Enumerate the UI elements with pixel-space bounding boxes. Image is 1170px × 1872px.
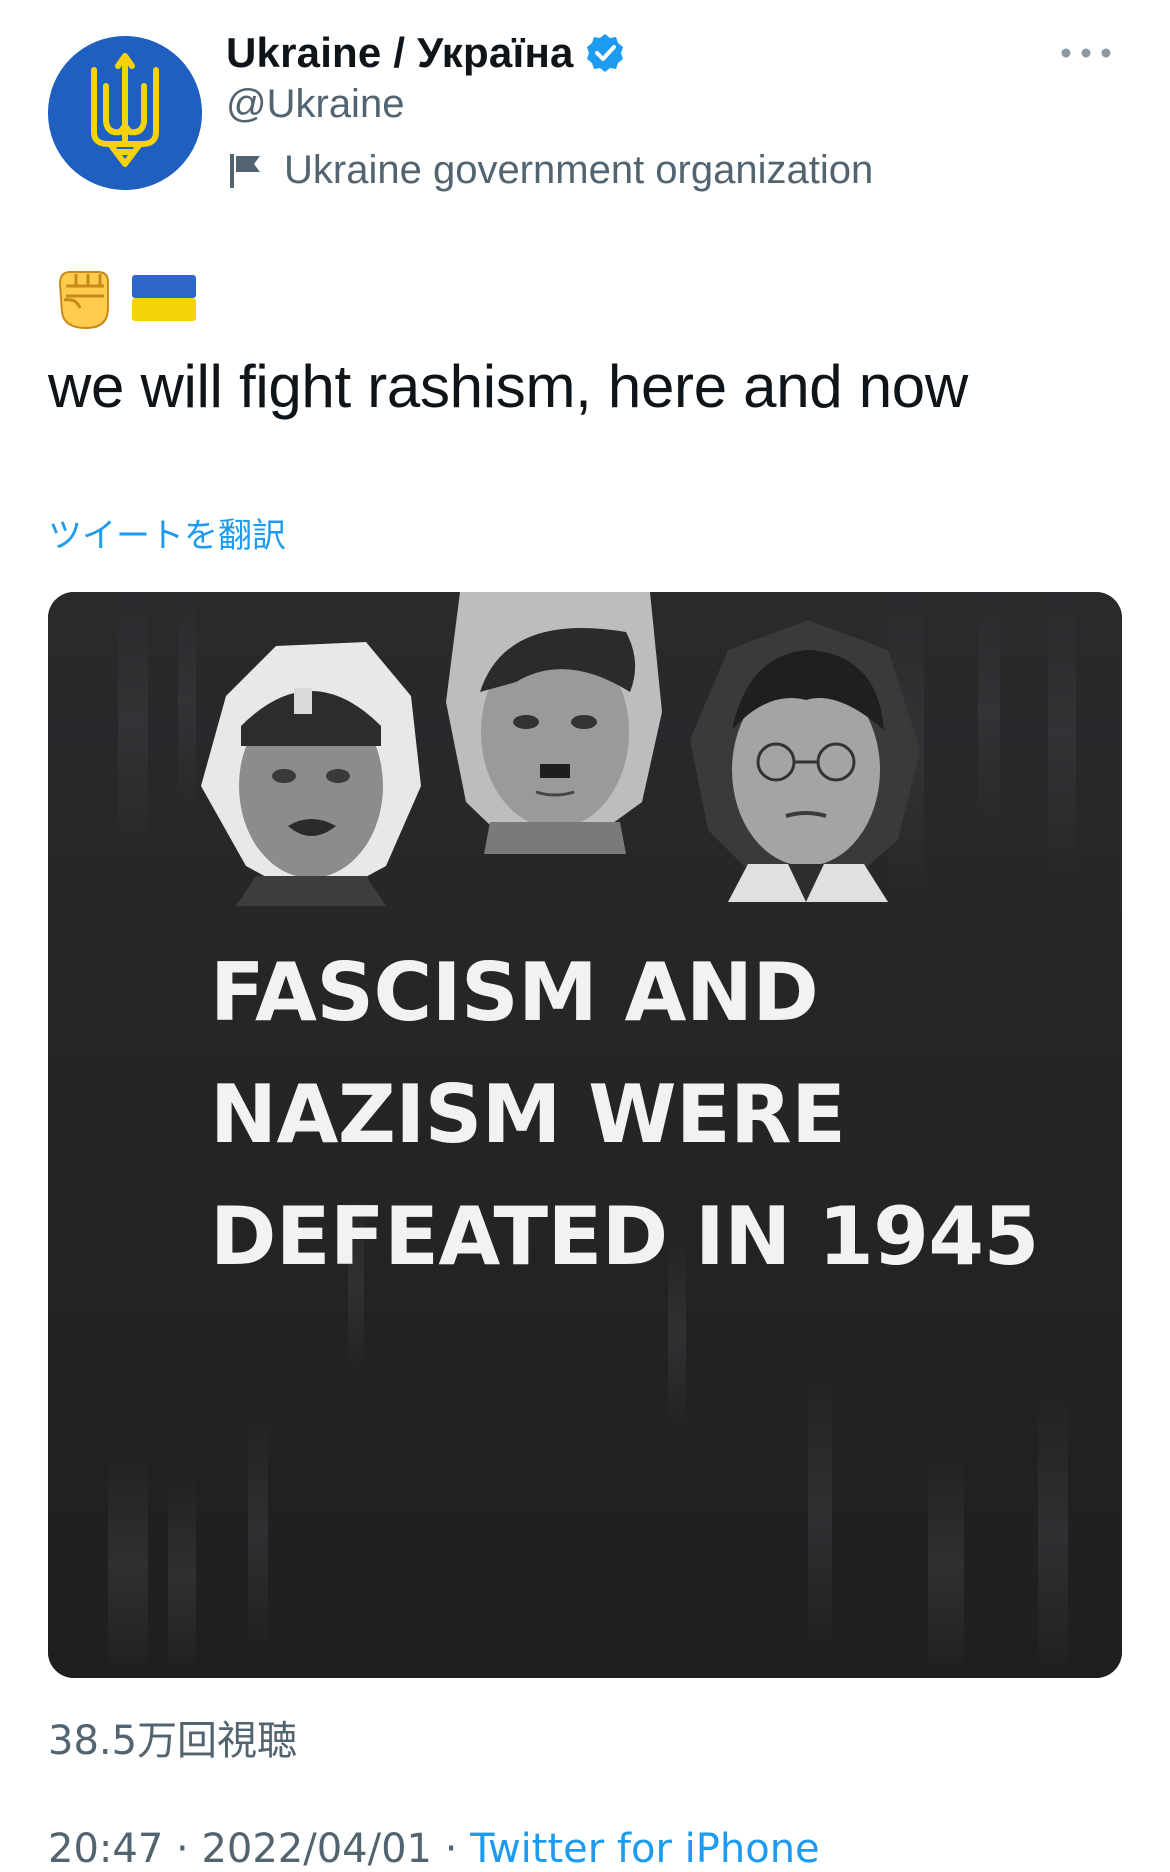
view-count: 38.5万回視聴: [48, 1718, 298, 1764]
media-caption: FASCISM AND NAZISM WERE DEFEATED IN 1945: [210, 932, 1039, 1298]
affiliation-label: Ukraine government organization: [226, 140, 873, 200]
display-name[interactable]: Ukraine / Україна: [226, 29, 574, 77]
tweet-media-video[interactable]: FASCISM AND NAZISM WERE DEFEATED IN 1945: [48, 592, 1122, 1678]
translate-tweet-link[interactable]: ツイートを翻訳: [48, 508, 286, 557]
flag-icon: [226, 150, 266, 190]
raised-fist-emoji: [50, 264, 116, 332]
account-name-row[interactable]: Ukraine / Україна: [226, 22, 626, 84]
avatar[interactable]: [48, 36, 202, 190]
ukraine-trident-icon: [48, 36, 202, 190]
tweet-time[interactable]: 20:47: [48, 1826, 163, 1872]
account-handle[interactable]: @Ukraine: [226, 82, 404, 127]
portrait-left: [196, 636, 426, 906]
affiliation-text: Ukraine government organization: [284, 147, 874, 192]
tweet-text: we will fight rashism, here and now: [48, 353, 968, 420]
tweet-card: Ukraine / Україна @Ukraine Ukraine gover…: [0, 0, 1170, 1872]
meta-separator: ·: [163, 1826, 202, 1872]
portrait-right: [688, 620, 924, 902]
verified-badge-icon: [584, 32, 626, 74]
ukraine-flag-emoji: [132, 275, 196, 321]
more-dots-icon: [1061, 48, 1111, 58]
media-caption-line: NAZISM WERE: [210, 1068, 846, 1161]
tweet-emoji-row: [50, 262, 196, 334]
meta-separator: ·: [431, 1826, 471, 1872]
more-options-button[interactable]: [1056, 36, 1116, 70]
media-caption-line: FASCISM AND: [210, 946, 819, 1039]
tweet-source-link[interactable]: Twitter for iPhone: [470, 1826, 820, 1872]
media-caption-line: DEFEATED IN 1945: [210, 1190, 1039, 1283]
tweet-meta-row: 20:47 · 2022/04/01 · Twitter for iPhone: [48, 1826, 820, 1872]
portrait-center: [446, 592, 664, 854]
tweet-date[interactable]: 2022/04/01: [201, 1826, 432, 1872]
